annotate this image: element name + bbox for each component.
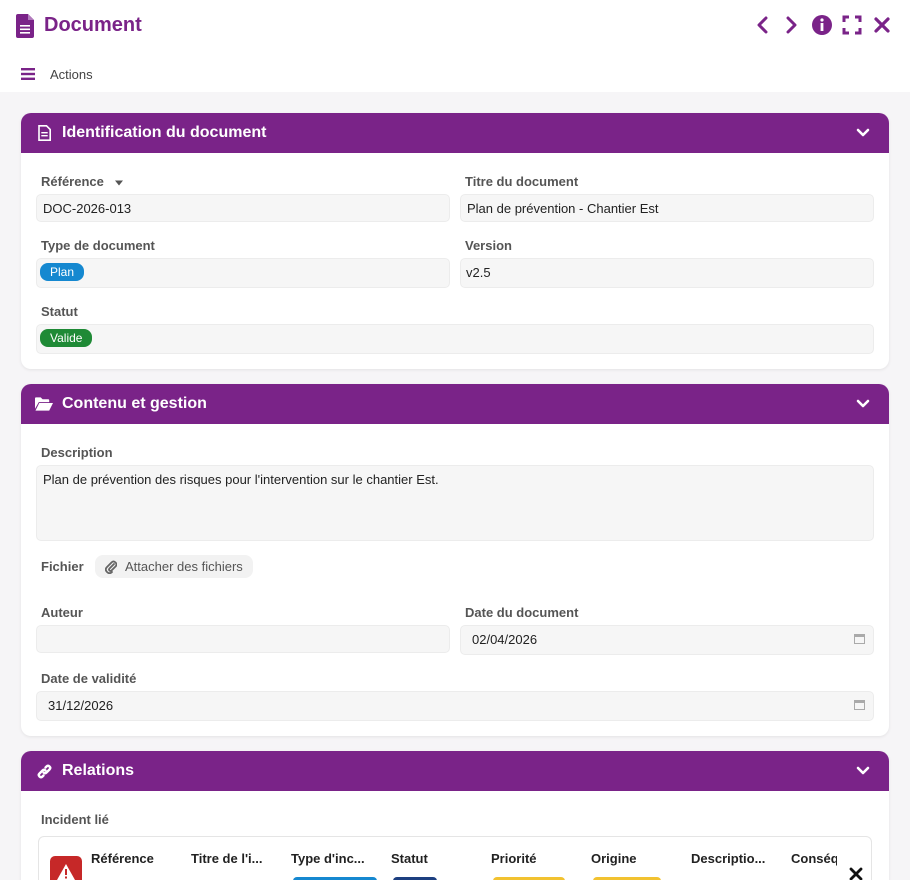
caret-down-icon[interactable] — [114, 179, 124, 187]
window-header: Document — [0, 0, 910, 52]
statut-label: Statut — [41, 304, 78, 319]
version-label: Version — [465, 238, 512, 253]
statut-field[interactable]: Valide — [36, 324, 874, 354]
section-relations-header[interactable]: Relations — [21, 751, 889, 791]
document-icon — [16, 14, 34, 38]
column-header-type[interactable]: Type d'inc... — [291, 851, 381, 866]
auteur-field[interactable] — [36, 625, 450, 653]
type-field[interactable]: Plan — [36, 258, 450, 288]
titre-value: Plan de prévention - Chantier Est — [467, 201, 659, 216]
column-header-description[interactable]: Descriptio... — [691, 851, 781, 866]
section-title: Identification du document — [62, 124, 267, 141]
version-field[interactable]: v2.5 — [460, 258, 874, 288]
calendar-icon[interactable] — [854, 633, 865, 644]
info-icon[interactable] — [812, 14, 832, 36]
section-title: Contenu et gestion — [62, 395, 207, 412]
calendar-icon[interactable] — [854, 699, 865, 710]
fullscreen-icon[interactable] — [842, 14, 862, 36]
section-contenu-header[interactable]: Contenu et gestion — [21, 384, 889, 424]
reference-label: Référence — [41, 174, 124, 189]
fichier-label: Fichier — [41, 559, 84, 574]
actions-menu-label[interactable]: Actions — [50, 67, 93, 82]
date-document-label: Date du document — [465, 605, 579, 620]
statut-badge: Valide — [40, 329, 93, 347]
attach-files-label: Attacher des fichiers — [125, 559, 243, 574]
remove-icon[interactable] — [849, 867, 863, 880]
version-value: v2.5 — [466, 265, 491, 280]
column-header-consequences[interactable]: Conséq — [791, 851, 837, 866]
chevron-right-icon[interactable] — [782, 14, 802, 36]
column-header-statut[interactable]: Statut — [391, 851, 481, 866]
section-identification-header[interactable]: Identification du document — [21, 113, 889, 153]
window-controls — [752, 14, 892, 36]
incident-table: Référence Titre de l'i... Type d'inc... … — [38, 836, 872, 880]
form-content[interactable]: Identification du document Référence DOC… — [0, 92, 910, 880]
section-identification: Identification du document Référence DOC… — [21, 113, 889, 369]
type-badge: Plan — [40, 263, 85, 281]
column-header-titre[interactable]: Titre de l'i... — [191, 851, 281, 866]
reference-value: DOC-2026-013 — [43, 201, 132, 216]
chevron-left-icon[interactable] — [752, 14, 772, 36]
section-relations: Relations Incident lié Référence Titre d… — [21, 751, 889, 880]
section-contenu: Contenu et gestion Description Plan de p… — [21, 384, 889, 736]
hamburger-menu-icon[interactable] — [21, 68, 35, 80]
type-label: Type de document — [41, 238, 155, 253]
window-title: Document — [44, 14, 142, 36]
date-validite-label: Date de validité — [41, 671, 137, 686]
file-lines-icon — [35, 125, 53, 141]
date-validite-value: 31/12/2026 — [48, 698, 114, 713]
column-header-reference[interactable]: Référence — [91, 851, 181, 866]
auteur-label: Auteur — [41, 605, 83, 620]
attach-files-button[interactable]: Attacher des fichiers — [95, 555, 253, 578]
chevron-down-icon[interactable] — [855, 125, 871, 141]
section-title: Relations — [62, 762, 135, 779]
link-icon — [35, 763, 53, 779]
column-header-priorite[interactable]: Priorité — [491, 851, 581, 866]
description-value: Plan de prévention des risques pour l'in… — [43, 472, 439, 487]
description-textarea[interactable]: Plan de prévention des risques pour l'in… — [36, 465, 874, 541]
reference-label-text: Référence — [41, 174, 104, 189]
paperclip-icon — [105, 560, 117, 574]
titre-field[interactable]: Plan de prévention - Chantier Est — [460, 194, 874, 222]
actions-bar: Actions — [0, 58, 910, 92]
date-document-value: 02/04/2026 — [472, 632, 538, 647]
incident-lie-label: Incident lié — [41, 812, 109, 827]
date-document-field[interactable]: 02/04/2026 — [460, 625, 874, 655]
warning-icon — [50, 856, 82, 880]
date-validite-field[interactable]: 31/12/2026 — [36, 691, 874, 721]
description-label: Description — [41, 445, 113, 460]
column-header-origine[interactable]: Origine — [591, 851, 681, 866]
folder-open-icon — [35, 396, 53, 412]
chevron-down-icon[interactable] — [855, 396, 871, 412]
titre-label: Titre du document — [465, 174, 579, 189]
reference-field[interactable]: DOC-2026-013 — [36, 194, 450, 222]
close-icon[interactable] — [872, 14, 892, 36]
chevron-down-icon[interactable] — [855, 763, 871, 779]
